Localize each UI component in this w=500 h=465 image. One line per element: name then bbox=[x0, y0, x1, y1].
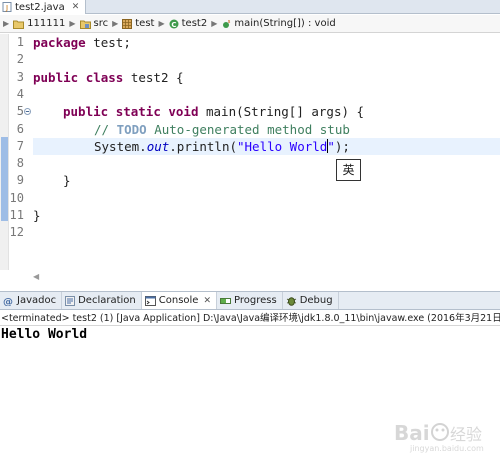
line-number: 7 bbox=[16, 138, 24, 153]
progress-icon bbox=[220, 297, 231, 304]
line-number: 9 bbox=[16, 173, 24, 188]
close-icon[interactable]: ✕ bbox=[72, 2, 80, 12]
svg-text:jingyan.baidu.com: jingyan.baidu.com bbox=[409, 444, 484, 453]
breadcrumb-class-label: test2 bbox=[181, 18, 208, 29]
breadcrumb-package[interactable]: test bbox=[122, 18, 154, 29]
project-folder-icon bbox=[13, 20, 25, 29]
tab-declaration[interactable]: Declaration bbox=[62, 292, 142, 309]
line-number: 6 bbox=[16, 121, 24, 136]
line-number: 4 bbox=[16, 86, 24, 101]
code-line-3: public class test2 { bbox=[33, 69, 184, 85]
package-icon bbox=[122, 18, 133, 29]
breadcrumb-src[interactable]: src bbox=[79, 18, 109, 29]
svg-text:经验: 经验 bbox=[450, 425, 482, 444]
views-tab-bar: @ Javadoc Declaration Console ✕ Progress… bbox=[0, 291, 500, 310]
code-line-11: } bbox=[33, 208, 41, 223]
declaration-icon bbox=[65, 295, 76, 306]
line-number: 3 bbox=[16, 69, 24, 84]
tab-debug-label: Debug bbox=[299, 295, 333, 306]
close-icon[interactable]: ✕ bbox=[203, 296, 211, 306]
line-number: 1 bbox=[16, 35, 24, 49]
console-output-text: Hello World bbox=[1, 327, 88, 342]
line-number-gutter: 1 2 3 4 5 6 7 8 9 10 11 12 bbox=[9, 34, 33, 270]
svg-text:C: C bbox=[171, 21, 176, 29]
tab-javadoc-label: Javadoc bbox=[17, 295, 57, 306]
editor-tab-bar: J test2.java ✕ bbox=[0, 0, 500, 14]
ime-mode-indicator: 英 bbox=[336, 159, 361, 181]
line-number: 12 bbox=[9, 225, 24, 240]
code-line-6: // TODO Auto-generated method stub bbox=[94, 121, 350, 137]
console-icon bbox=[144, 295, 156, 306]
code-line-7: System.out.println("Hello World"); bbox=[94, 138, 350, 154]
breadcrumb-project[interactable]: 111111 bbox=[13, 18, 65, 29]
code-line-9: } bbox=[63, 173, 71, 189]
tab-progress-label: Progress bbox=[234, 295, 277, 306]
tab-progress[interactable]: Progress bbox=[217, 292, 283, 309]
editor-tab-label: test2.java bbox=[15, 1, 65, 13]
breadcrumb-method[interactable]: s main(String[]) : void bbox=[221, 18, 336, 29]
code-line-1: package test; bbox=[33, 35, 131, 50]
horizontal-scrollbar[interactable]: ◀ bbox=[33, 272, 500, 284]
line-number: 10 bbox=[9, 190, 24, 205]
breadcrumb-method-label: main(String[]) : void bbox=[234, 18, 336, 29]
chevron-right-icon: ▶ bbox=[211, 19, 218, 28]
line-number: 2 bbox=[16, 52, 24, 67]
svg-text:J: J bbox=[5, 4, 8, 12]
chevron-right-icon: ▶ bbox=[112, 19, 119, 28]
chevron-right-icon[interactable]: ▶ bbox=[3, 19, 9, 28]
svg-text:@: @ bbox=[3, 297, 13, 306]
tab-declaration-label: Declaration bbox=[78, 295, 136, 306]
tab-debug[interactable]: Debug bbox=[283, 292, 339, 309]
breadcrumb: ▶ 111111 ▶ src ▶ test ▶ C test2 ▶ s main… bbox=[0, 15, 500, 33]
console-process-status: <terminated> test2 (1) [Java Application… bbox=[0, 313, 500, 326]
chevron-right-icon: ▶ bbox=[158, 19, 165, 28]
java-file-icon: J bbox=[2, 2, 12, 12]
scroll-left-icon[interactable]: ◀ bbox=[33, 272, 39, 281]
line-number: 8 bbox=[16, 156, 24, 171]
breadcrumb-package-label: test bbox=[135, 18, 155, 29]
debug-bug-icon bbox=[286, 296, 296, 306]
javadoc-icon: @ bbox=[3, 297, 13, 306]
breadcrumb-src-label: src bbox=[93, 18, 109, 29]
chevron-right-icon: ▶ bbox=[69, 19, 76, 28]
line-number: 11 bbox=[9, 208, 24, 222]
breadcrumb-class[interactable]: C test2 bbox=[169, 18, 208, 29]
editor-tab-test2-java[interactable]: J test2.java ✕ bbox=[0, 0, 87, 14]
svg-text:Bai: Bai bbox=[394, 421, 430, 445]
method-icon: s bbox=[223, 19, 231, 28]
code-line-5: public static void main(String[] args) { bbox=[63, 104, 365, 120]
fold-collapse-icon[interactable] bbox=[24, 108, 31, 115]
tab-console-label: Console bbox=[158, 295, 199, 306]
line-number: 5 bbox=[16, 104, 24, 119]
svg-text:s: s bbox=[228, 19, 231, 25]
source-folder-icon bbox=[79, 20, 91, 29]
breadcrumb-project-label: 111111 bbox=[27, 18, 66, 29]
class-icon: C bbox=[169, 19, 179, 29]
code-editor[interactable]: package test; public class test2 { publi… bbox=[33, 34, 500, 270]
tab-console[interactable]: Console ✕ bbox=[141, 292, 217, 309]
tab-javadoc[interactable]: @ Javadoc bbox=[0, 292, 63, 309]
baidu-jingyan-watermark: Bai 经验 jingyan.baidu.com bbox=[394, 421, 484, 453]
